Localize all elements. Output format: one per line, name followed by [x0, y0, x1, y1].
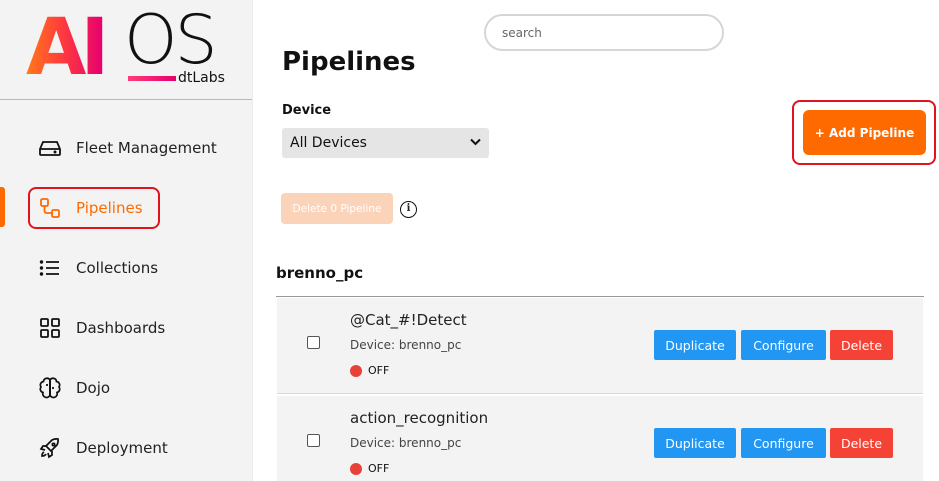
sidebar-item-deployment[interactable]: Deployment: [38, 433, 168, 463]
pipeline-status: OFF: [350, 364, 389, 377]
pipeline-status-text: OFF: [368, 364, 390, 377]
status-dot-icon: [350, 462, 362, 475]
pipeline-name: @Cat_#!Detect: [350, 311, 467, 329]
pipeline-icon: [38, 196, 62, 220]
delete-selected-pipelines-button: Delete 0 Pipeline: [281, 193, 393, 224]
pipeline-checkbox[interactable]: [307, 434, 320, 447]
info-icon[interactable]: i: [400, 201, 417, 218]
pipeline-status: OFF: [350, 462, 389, 475]
pipeline-checkbox[interactable]: [307, 336, 320, 349]
logo-ai-text: AI: [26, 3, 109, 93]
delete-button[interactable]: Delete: [830, 428, 893, 458]
sidebar-divider: [252, 0, 253, 481]
pipeline-row: @Cat_#!Detect Device: brenno_pc OFF Dupl…: [277, 298, 923, 394]
group-divider: [276, 296, 924, 297]
chevron-down-icon: [470, 138, 481, 149]
sidebar-item-label: Dashboards: [76, 319, 166, 337]
duplicate-button[interactable]: Duplicate: [654, 428, 736, 458]
logo-underline: [128, 76, 176, 81]
sidebar-item-label: Dojo: [76, 379, 111, 397]
delete-button[interactable]: Delete: [830, 330, 893, 360]
sidebar-item-collections[interactable]: Collections: [38, 253, 158, 283]
add-pipeline-button[interactable]: + Add Pipeline: [803, 110, 926, 155]
configure-button[interactable]: Configure: [741, 330, 826, 360]
sidebar-item-label: Fleet Management: [76, 139, 217, 157]
pipeline-device: Device: brenno_pc: [350, 338, 462, 352]
device-select-value: All Devices: [290, 135, 367, 151]
drive-icon: [38, 136, 62, 160]
brain-icon: [38, 376, 62, 400]
pipeline-name: action_recognition: [350, 409, 489, 427]
sidebar-item-fleet-management[interactable]: Fleet Management: [38, 133, 217, 163]
sidebar-item-label: Deployment: [76, 439, 168, 457]
logo-sub-text: dtLabs: [178, 70, 225, 86]
sidebar-item-dashboards[interactable]: Dashboards: [38, 313, 165, 343]
sidebar: AI OS dtLabs Fleet Management Pipelines …: [0, 0, 252, 481]
sidebar-item-dojo[interactable]: Dojo: [38, 373, 110, 403]
logo-os-text: OS: [124, 1, 218, 80]
sidebar-item-label: Pipelines: [76, 199, 143, 217]
page-title: Pipelines: [282, 47, 416, 77]
device-group-title: brenno_pc: [276, 264, 364, 282]
configure-button[interactable]: Configure: [741, 428, 826, 458]
device-select[interactable]: All Devices: [282, 128, 489, 158]
logo[interactable]: AI OS dtLabs: [0, 0, 252, 100]
pipeline-row: action_recognition Device: brenno_pc OFF…: [277, 396, 923, 481]
rocket-icon: [38, 436, 62, 460]
pipeline-device: Device: brenno_pc: [350, 436, 462, 450]
sidebar-item-label: Collections: [76, 259, 159, 277]
active-indicator: [0, 187, 5, 227]
duplicate-button[interactable]: Duplicate: [654, 330, 736, 360]
grid-icon: [38, 316, 62, 340]
list-icon: [38, 256, 62, 280]
pipeline-status-text: OFF: [368, 462, 390, 475]
status-dot-icon: [350, 364, 362, 377]
device-filter-label: Device: [282, 103, 332, 118]
sidebar-item-pipelines[interactable]: Pipelines: [38, 193, 143, 223]
search-input[interactable]: [484, 14, 724, 51]
